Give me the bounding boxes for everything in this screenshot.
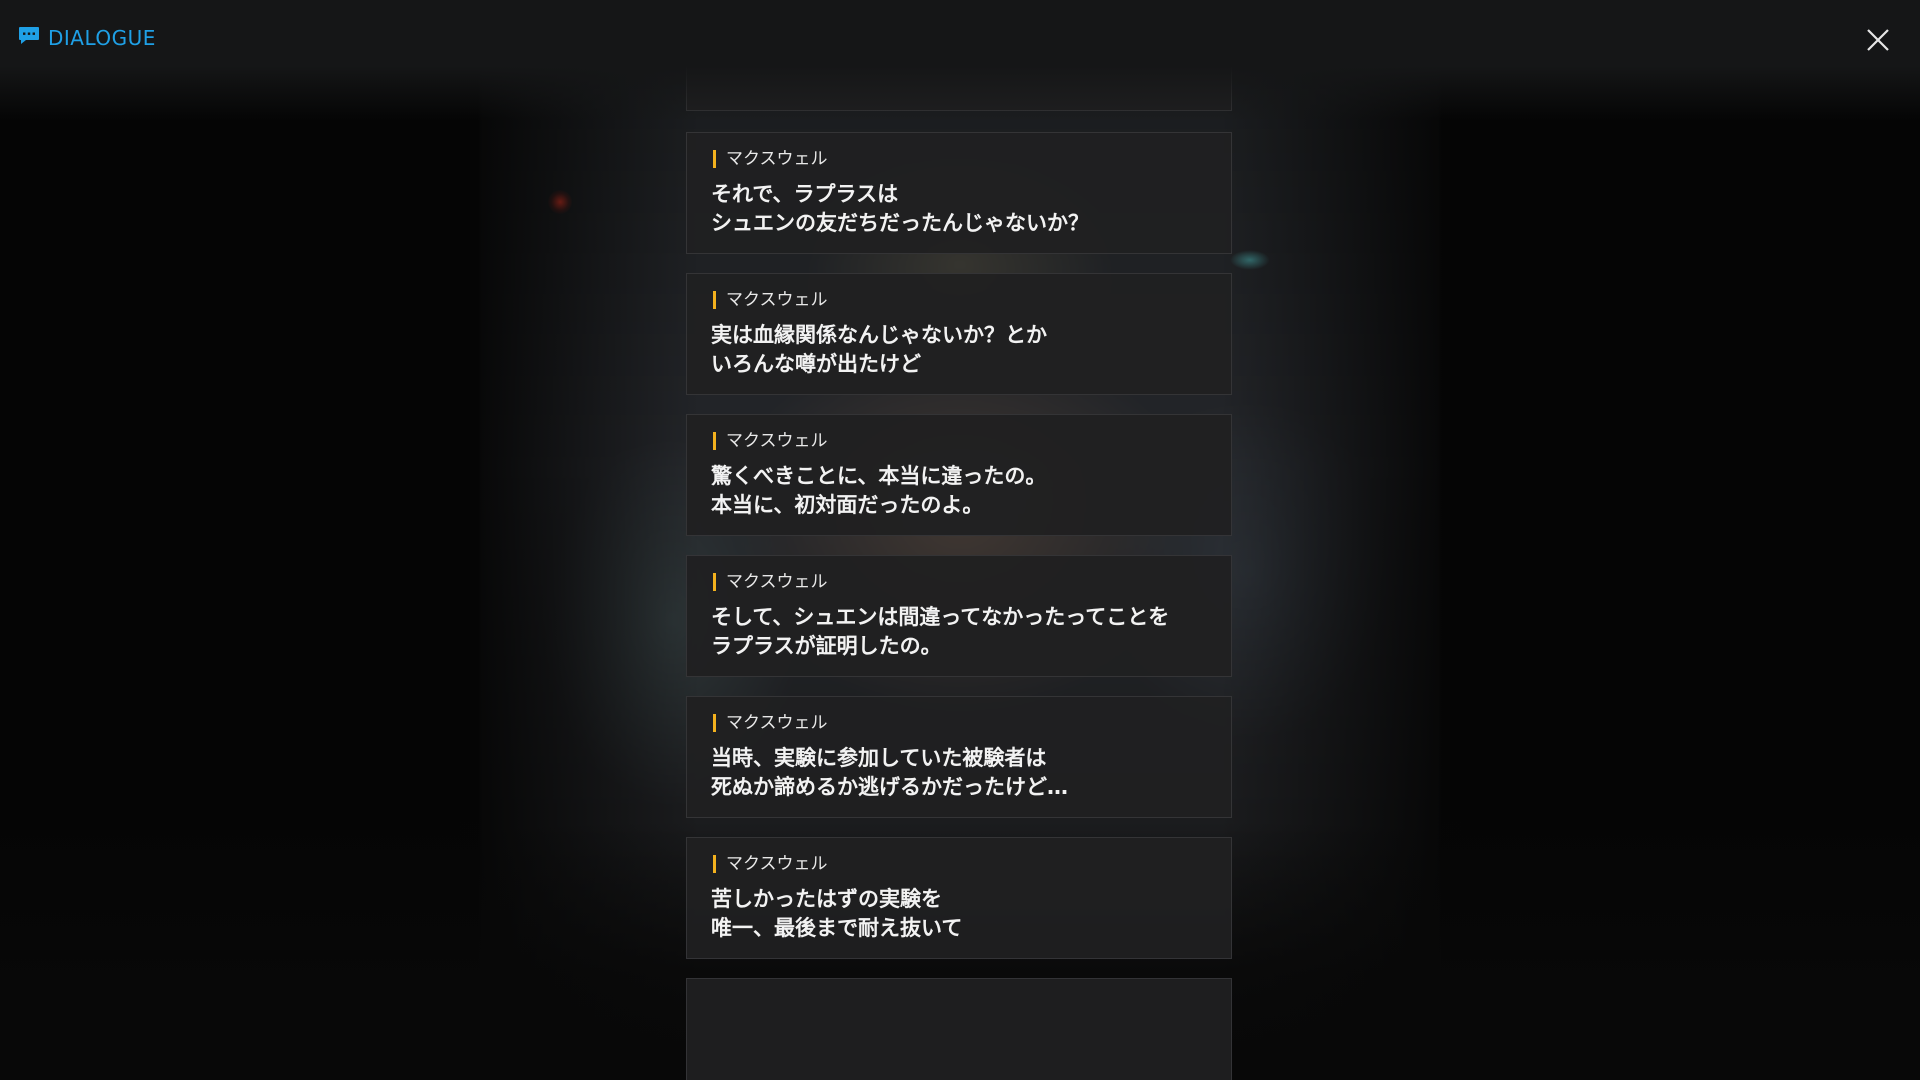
dialogue-text: 苦しかったはずの実験を 唯一、最後まで耐え抜いて bbox=[711, 885, 962, 943]
close-x-icon bbox=[1867, 29, 1889, 51]
dialogue-line-2: シュエンの友だちだったんじゃないか？ bbox=[711, 211, 1089, 235]
close-button[interactable] bbox=[1862, 24, 1894, 56]
dialogue-card: マクスウェル 当時、実験に参加していた被験者は 死ぬか諦めるか逃げるかだったけど… bbox=[686, 696, 1232, 818]
dialogue-text: そして、シュエンは間違ってなかったってことを ラプラスが証明したの。 bbox=[711, 603, 1169, 661]
dialogue-log-list[interactable]: マクスウェル それで、ラプラスは シュエンの友だちだったんじゃないか？ マクスウ… bbox=[686, 0, 1234, 1080]
dialogue-card: マクスウェル 実は血縁関係なんじゃないか？とか いろんな噂が出たけど bbox=[686, 273, 1232, 395]
dialogue-card: マクスウェル そして、シュエンは間違ってなかったってことを ラプラスが証明したの… bbox=[686, 555, 1232, 677]
header-title: DIALOGUE bbox=[18, 26, 156, 50]
dialogue-line-2: 唯一、最後まで耐え抜いて bbox=[711, 916, 963, 940]
dialogue-line-2: 本当に、初対面だったのよ。 bbox=[711, 493, 984, 517]
speaker-name: マクスウェル bbox=[713, 572, 828, 592]
dialogue-card: マクスウェル 苦しかったはずの実験を 唯一、最後まで耐え抜いて bbox=[686, 837, 1232, 959]
dialogue-card-partial-bottom bbox=[686, 978, 1232, 1080]
dialogue-card: マクスウェル それで、ラプラスは シュエンの友だちだったんじゃないか？ bbox=[686, 132, 1232, 254]
speaker-name: マクスウェル bbox=[713, 290, 828, 310]
dialogue-line-1: 当時、実験に参加していた被験者は bbox=[711, 746, 1047, 770]
speaker-name: マクスウェル bbox=[713, 713, 828, 733]
dialogue-line-1: 苦しかったはずの実験を bbox=[711, 887, 942, 911]
dialogue-text: 実は血縁関係なんじゃないか？とか いろんな噂が出たけど bbox=[711, 321, 1047, 379]
dialogue-text: 当時、実験に参加していた被験者は 死ぬか諦めるか逃げるかだったけど… bbox=[711, 744, 1068, 802]
header-bar: DIALOGUE bbox=[0, 0, 1920, 120]
dialogue-text: 驚くべきことに、本当に違ったの。 本当に、初対面だったのよ。 bbox=[711, 462, 1046, 520]
chat-bubble-icon bbox=[18, 26, 40, 50]
dialogue-line-2: いろんな噂が出たけど bbox=[711, 352, 921, 376]
header-title-label: DIALOGUE bbox=[48, 26, 156, 50]
dialogue-line-2: 死ぬか諦めるか逃げるかだったけど… bbox=[711, 775, 1068, 799]
speaker-name: マクスウェル bbox=[713, 854, 828, 874]
dialogue-log-screen: マクスウェル それで、ラプラスは シュエンの友だちだったんじゃないか？ マクスウ… bbox=[0, 0, 1920, 1080]
dialogue-line-1: 実は血縁関係なんじゃないか？とか bbox=[711, 323, 1047, 347]
speaker-name: マクスウェル bbox=[713, 149, 828, 169]
dialogue-text: それで、ラプラスは シュエンの友だちだったんじゃないか？ bbox=[711, 180, 1089, 238]
dialogue-line-2: ラプラスが証明したの。 bbox=[711, 634, 942, 658]
speaker-name: マクスウェル bbox=[713, 431, 828, 451]
dialogue-card: マクスウェル 驚くべきことに、本当に違ったの。 本当に、初対面だったのよ。 bbox=[686, 414, 1232, 536]
dialogue-line-1: 驚くべきことに、本当に違ったの。 bbox=[711, 464, 1047, 488]
dialogue-line-1: それで、ラプラスは bbox=[711, 182, 899, 206]
dialogue-line-1: そして、シュエンは間違ってなかったってことを bbox=[711, 605, 1170, 629]
